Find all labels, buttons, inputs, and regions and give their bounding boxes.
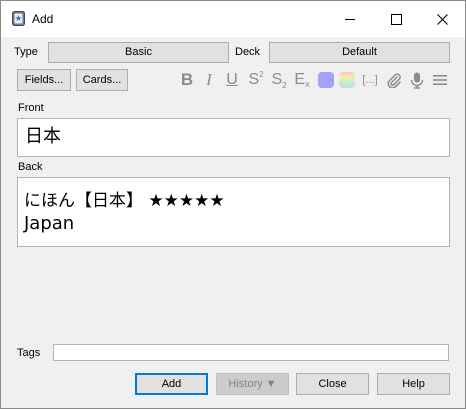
tags-input[interactable] — [53, 344, 449, 361]
superscript-icon[interactable]: S2 — [247, 70, 265, 90]
close-window-button[interactable] — [419, 1, 465, 37]
note-type-selector[interactable]: Basic — [48, 42, 229, 63]
italic-icon[interactable]: I — [202, 70, 216, 90]
close-button[interactable]: Close — [296, 373, 369, 395]
cards-button[interactable]: Cards... — [76, 69, 128, 91]
back-field-reading: にほん【日本】 ★★★★★ — [24, 191, 225, 211]
cloze-glyph: [...] — [362, 74, 378, 86]
bold-glyph: B — [180, 70, 194, 89]
close-icon — [436, 13, 448, 25]
window-title: Add — [32, 12, 54, 26]
subscript-mark: 2 — [282, 80, 287, 90]
front-label: Front — [18, 102, 44, 114]
microphone-icon — [410, 72, 424, 89]
front-field[interactable]: 日本 — [17, 118, 450, 157]
attach-icon[interactable] — [385, 70, 403, 90]
maximize-button[interactable] — [373, 1, 419, 37]
type-label: Type — [14, 46, 38, 58]
title-bar: Add — [1, 1, 465, 37]
underline-icon[interactable]: U — [224, 70, 240, 90]
fields-button[interactable]: Fields... — [17, 69, 71, 91]
subscript-icon[interactable]: S2 — [270, 70, 288, 90]
subscript-glyph: S — [271, 71, 283, 88]
minimize-icon — [344, 18, 355, 20]
more-options-icon[interactable] — [431, 70, 449, 90]
underline-glyph: U — [226, 71, 238, 88]
cloze-icon[interactable]: [...] — [360, 70, 380, 90]
clear-format-glyph: E — [294, 71, 306, 88]
back-field-meaning: Japan — [24, 213, 75, 234]
bold-icon[interactable]: B — [179, 70, 195, 90]
history-button[interactable]: History ▼ — [216, 373, 289, 395]
anki-app-icon — [12, 11, 25, 26]
back-label: Back — [18, 161, 43, 173]
help-button[interactable]: Help — [377, 373, 450, 395]
add-dialog-window: Add Type Basic Deck Default Fields... Ca… — [0, 0, 466, 409]
clear-format-mark: x — [305, 79, 310, 89]
paperclip-icon — [387, 73, 401, 88]
clear-format-icon[interactable]: Ex — [293, 70, 311, 90]
highlight-swatch — [339, 72, 355, 88]
hamburger-menu-icon — [433, 75, 447, 85]
minimize-button[interactable] — [327, 1, 373, 37]
superscript-mark: 2 — [259, 69, 264, 79]
superscript-glyph: S — [248, 71, 260, 88]
add-button[interactable]: Add — [135, 373, 208, 395]
record-audio-icon[interactable] — [408, 70, 426, 90]
text-color-swatch — [318, 72, 334, 88]
highlight-color-icon[interactable] — [338, 70, 356, 90]
deck-selector[interactable]: Default — [269, 42, 450, 63]
back-field[interactable]: にほん【日本】 ★★★★★ Japan — [17, 177, 450, 247]
text-color-icon[interactable] — [317, 70, 335, 90]
front-field-text: 日本 — [25, 126, 61, 147]
maximize-icon — [390, 13, 402, 25]
tags-label: Tags — [17, 347, 41, 359]
deck-label: Deck — [235, 46, 261, 58]
italic-glyph: I — [206, 70, 212, 89]
